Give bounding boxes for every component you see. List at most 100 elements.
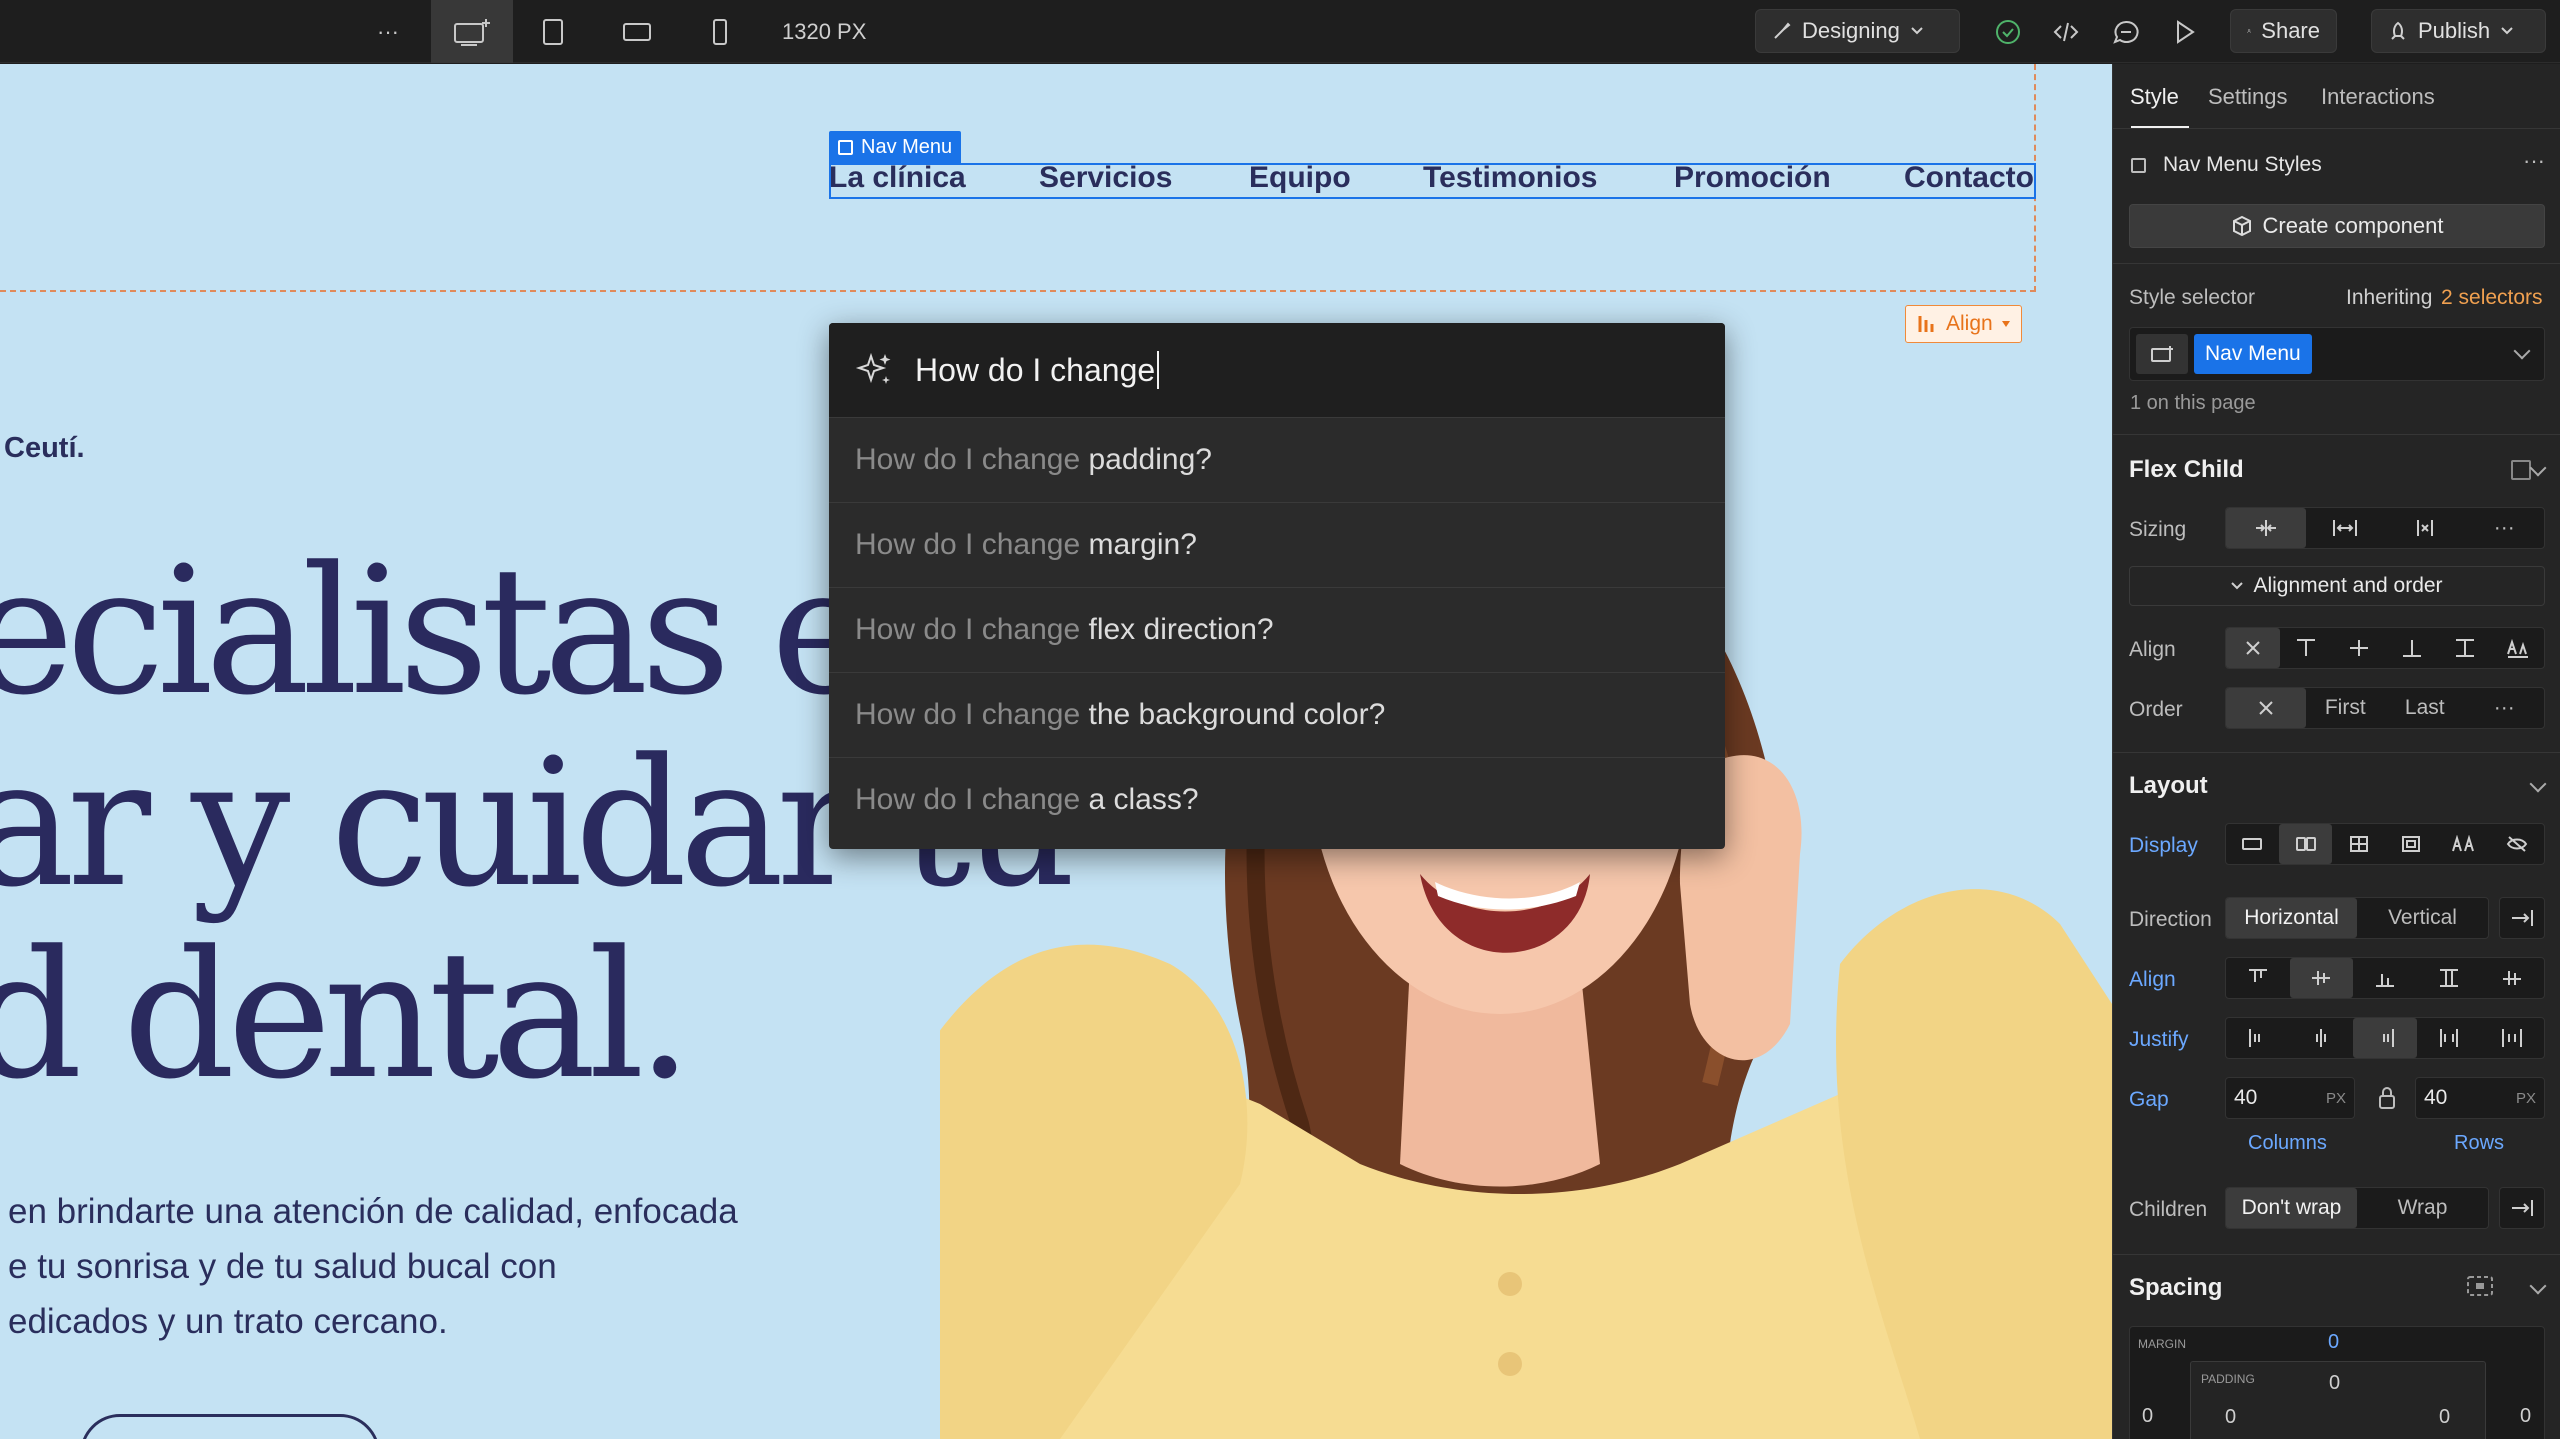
- nav-link-contacto[interactable]: Contacto: [1904, 161, 2034, 195]
- more-menu-button[interactable]: ···: [368, 0, 408, 63]
- align-self-center-button[interactable]: [2333, 628, 2386, 668]
- nav-link-clinica[interactable]: La clínica: [829, 161, 966, 195]
- align-self-baseline-button[interactable]: [2491, 628, 2544, 668]
- comments-button[interactable]: [2106, 0, 2146, 63]
- display-label: Display: [2129, 834, 2198, 857]
- suggestion-item[interactable]: How do I change flex direction?: [829, 587, 1725, 672]
- align-items-baseline-button[interactable]: [2480, 958, 2544, 998]
- justify-between-button[interactable]: [2417, 1018, 2481, 1058]
- inheriting-selectors-link[interactable]: 2 selectors: [2441, 286, 2543, 310]
- align-items-end-button[interactable]: [2353, 958, 2417, 998]
- preview-button[interactable]: [2165, 0, 2205, 63]
- padding-top-value[interactable]: 0: [2329, 1372, 2340, 1395]
- nav-menu-badge[interactable]: Nav Menu: [829, 131, 962, 163]
- chevron-down-icon[interactable]: [2529, 1277, 2547, 1295]
- padding-left-value[interactable]: 0: [2225, 1406, 2236, 1429]
- align-items-center-button[interactable]: [2289, 958, 2354, 998]
- code-view-button[interactable]: [2046, 0, 2086, 63]
- suggestion-suffix: margin?: [1080, 528, 1197, 561]
- hero-title-line-1: ecialistas en: [0, 529, 980, 734]
- display-block-button[interactable]: [2226, 824, 2279, 864]
- create-component-button[interactable]: Create component: [2129, 204, 2545, 248]
- selector-type-button[interactable]: [2136, 334, 2188, 374]
- styles-more-icon[interactable]: ···: [2523, 148, 2545, 174]
- suggestion-item[interactable]: How do I change margin?: [829, 502, 1725, 587]
- align-chip[interactable]: Align: [1905, 305, 2022, 343]
- suggestion-item[interactable]: How do I change padding?: [829, 417, 1725, 502]
- alignment-order-toggle[interactable]: Alignment and order: [2129, 566, 2545, 606]
- selector-field[interactable]: Nav Menu: [2129, 327, 2545, 381]
- selector-chip-nav-menu[interactable]: Nav Menu: [2194, 334, 2312, 374]
- align-self-stretch-button[interactable]: [2438, 628, 2491, 668]
- nav-link-testimonios[interactable]: Testimonios: [1423, 161, 1597, 195]
- wrap-reverse-button[interactable]: [2499, 1187, 2545, 1229]
- suggestion-item[interactable]: How do I change a class?: [829, 757, 1725, 842]
- gap-columns-input[interactable]: 40 PX: [2225, 1077, 2355, 1119]
- hero-cta-button[interactable]: [80, 1414, 380, 1439]
- margin-left-value[interactable]: 0: [2142, 1405, 2153, 1428]
- align-items-start-button[interactable]: [2226, 958, 2290, 998]
- display-inline-block-button[interactable]: [2385, 824, 2438, 864]
- align-bottom-icon: [2402, 640, 2421, 657]
- margin-label: MARGIN: [2138, 1337, 2186, 1351]
- dont-wrap-button[interactable]: Don't wrap: [2226, 1188, 2357, 1228]
- margin-top-value[interactable]: 0: [2328, 1331, 2339, 1354]
- sizing-none-button[interactable]: [2385, 508, 2465, 548]
- order-last-button[interactable]: Last: [2385, 688, 2465, 728]
- publish-button[interactable]: Publish: [2371, 9, 2546, 53]
- lock-icon[interactable]: [2377, 1086, 2397, 1110]
- tab-style[interactable]: Style: [2130, 84, 2179, 110]
- direction-vertical-button[interactable]: Vertical: [2357, 898, 2488, 938]
- align-self-none-button[interactable]: [2226, 628, 2280, 668]
- status-check-button[interactable]: [1988, 0, 2028, 63]
- ai-query-input[interactable]: How do I change: [915, 351, 1160, 389]
- suggestion-item[interactable]: How do I change the background color?: [829, 672, 1725, 757]
- mode-dropdown[interactable]: Designing: [1755, 9, 1960, 53]
- justify-start-button[interactable]: [2226, 1018, 2290, 1058]
- nav-menu[interactable]: La clínica Servicios Equipo Testimonios …: [829, 161, 2036, 199]
- justify-end-button[interactable]: [2353, 1018, 2417, 1058]
- sizing-grow-button[interactable]: [2306, 508, 2386, 548]
- sizing-shrink-button[interactable]: [2226, 508, 2306, 548]
- nav-link-equipo[interactable]: Equipo: [1249, 161, 1351, 195]
- tab-settings[interactable]: Settings: [2208, 84, 2288, 110]
- share-button[interactable]: Share: [2230, 9, 2337, 53]
- no-shrink-icon: [2416, 520, 2433, 536]
- design-canvas[interactable]: Nav Menu La clínica Servicios Equipo Tes…: [0, 64, 2112, 1439]
- order-label: Order: [2129, 698, 2183, 721]
- chevron-down-icon[interactable]: [2529, 775, 2547, 793]
- display-none-button[interactable]: [2490, 824, 2544, 864]
- tablet-breakpoint-button[interactable]: [533, 0, 573, 63]
- mobile-breakpoint-button[interactable]: [700, 0, 740, 63]
- ai-query-bar[interactable]: How do I change: [829, 323, 1725, 417]
- direction-horizontal-button[interactable]: Horizontal: [2226, 898, 2357, 938]
- grow-icon: [2333, 520, 2358, 536]
- order-first-button[interactable]: First: [2306, 688, 2386, 728]
- display-grid-button[interactable]: [2332, 824, 2385, 864]
- align-self-end-button[interactable]: [2385, 628, 2438, 668]
- order-more-button[interactable]: ···: [2465, 688, 2545, 728]
- align-self-start-button[interactable]: [2280, 628, 2333, 668]
- nav-link-promocion[interactable]: Promoción: [1674, 161, 1831, 195]
- tab-interactions[interactable]: Interactions: [2321, 84, 2435, 110]
- justify-around-button[interactable]: [2480, 1018, 2544, 1058]
- desktop-breakpoint-button[interactable]: [431, 0, 513, 63]
- chevron-down-icon[interactable]: [2513, 342, 2531, 360]
- flex-child-corner-icon[interactable]: [2511, 460, 2531, 480]
- gap-unit: PX: [2325, 1089, 2346, 1107]
- nav-link-servicios[interactable]: Servicios: [1039, 161, 1172, 195]
- display-flex-button[interactable]: [2278, 824, 2333, 864]
- direction-reverse-button[interactable]: [2499, 897, 2545, 939]
- chevron-down-icon[interactable]: [2529, 459, 2547, 477]
- landscape-breakpoint-button[interactable]: [615, 0, 659, 63]
- justify-center-button[interactable]: [2290, 1018, 2354, 1058]
- order-none-button[interactable]: [2226, 688, 2306, 728]
- spacing-preset-icon[interactable]: [2465, 1274, 2495, 1298]
- gap-rows-input[interactable]: 40 PX: [2415, 1077, 2545, 1119]
- sizing-more-button[interactable]: ···: [2465, 508, 2545, 548]
- margin-right-value[interactable]: 0: [2520, 1405, 2531, 1428]
- display-inline-button[interactable]: [2438, 824, 2491, 864]
- wrap-button[interactable]: Wrap: [2357, 1188, 2488, 1228]
- padding-right-value[interactable]: 0: [2439, 1406, 2450, 1429]
- align-items-stretch-button[interactable]: [2417, 958, 2481, 998]
